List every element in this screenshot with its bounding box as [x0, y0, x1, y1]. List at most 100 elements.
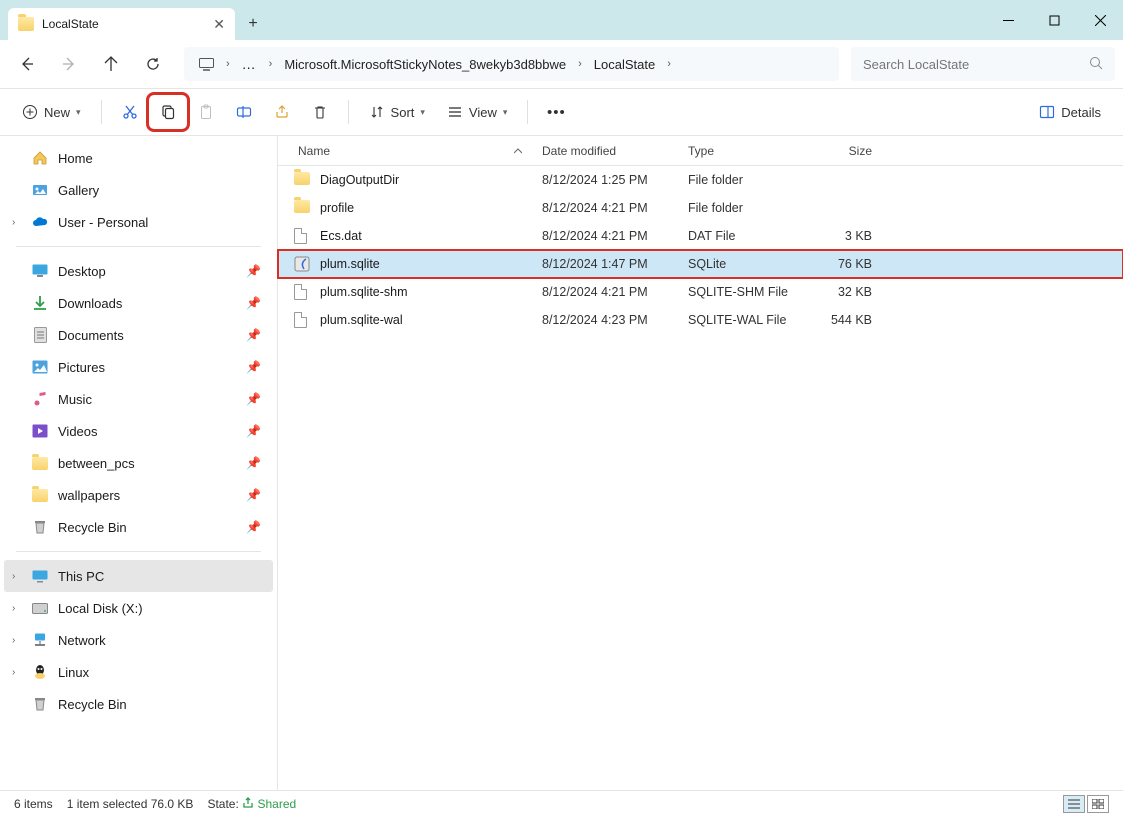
- file-date: 8/12/2024 4:23 PM: [542, 313, 688, 327]
- column-date[interactable]: Date modified: [542, 144, 688, 158]
- sort-icon: [369, 104, 385, 120]
- sidebar-item-local-disk-x-[interactable]: ›Local Disk (X:): [4, 592, 273, 624]
- close-tab-icon[interactable]: ✕: [213, 16, 225, 33]
- videos-icon: [32, 423, 48, 439]
- column-name[interactable]: Name: [294, 144, 542, 158]
- new-label: New: [44, 105, 70, 120]
- rename-button[interactable]: [226, 96, 262, 128]
- sidebar-item-label: Recycle Bin: [58, 520, 127, 535]
- chevron-right-icon[interactable]: ›: [222, 58, 234, 70]
- forward-button[interactable]: [50, 46, 88, 82]
- view-label: View: [469, 105, 497, 120]
- pin-icon: 📌: [246, 424, 261, 438]
- expand-icon[interactable]: ›: [12, 667, 15, 678]
- pin-icon: 📌: [246, 264, 261, 278]
- details-view-toggle[interactable]: [1063, 795, 1085, 813]
- expand-icon[interactable]: ›: [12, 603, 15, 614]
- toolbar: New ▾ Sort ▾ View ▾ ••• Details: [0, 88, 1123, 136]
- sidebar-item-wallpapers[interactable]: wallpapers📌: [4, 479, 273, 511]
- back-button[interactable]: [8, 46, 46, 82]
- file-row[interactable]: Ecs.dat8/12/2024 4:21 PMDAT File3 KB: [278, 222, 1123, 250]
- state-info: State: Shared: [207, 797, 296, 811]
- sidebar-item-label: Pictures: [58, 360, 105, 375]
- new-button[interactable]: New ▾: [12, 96, 91, 128]
- sidebar-item-label: between_pcs: [58, 456, 135, 471]
- sidebar-item-network[interactable]: ›Network: [4, 624, 273, 656]
- file-icon: [294, 312, 312, 328]
- sidebar-item-this-pc[interactable]: ›This PC: [4, 560, 273, 592]
- delete-button[interactable]: [302, 96, 338, 128]
- plus-circle-icon: [22, 104, 38, 120]
- up-button[interactable]: [92, 46, 130, 82]
- music-icon: [32, 391, 48, 407]
- more-button[interactable]: •••: [538, 96, 574, 128]
- sidebar-item-recycle-bin[interactable]: Recycle Bin 📌: [4, 511, 273, 543]
- sidebar-item-videos[interactable]: Videos📌: [4, 415, 273, 447]
- share-button[interactable]: [264, 96, 300, 128]
- main-area: Home Gallery ›User - Personal Desktop📌Do…: [0, 136, 1123, 790]
- search-icon[interactable]: [1089, 56, 1103, 73]
- chevron-right-icon[interactable]: ›: [265, 58, 277, 70]
- refresh-button[interactable]: [134, 46, 172, 82]
- desktop-icon: [32, 263, 48, 279]
- sidebar-item-documents[interactable]: Documents📌: [4, 319, 273, 351]
- file-date: 8/12/2024 1:25 PM: [542, 173, 688, 187]
- sidebar-item-linux[interactable]: ›Linux: [4, 656, 273, 688]
- column-size[interactable]: Size: [810, 144, 880, 158]
- sidebar-gallery[interactable]: Gallery: [4, 174, 273, 206]
- sort-button[interactable]: Sort ▾: [359, 96, 435, 128]
- breadcrumb[interactable]: › … › Microsoft.MicrosoftStickyNotes_8we…: [184, 47, 839, 81]
- folder-icon: [294, 172, 312, 188]
- nav-row: › … › Microsoft.MicrosoftStickyNotes_8we…: [0, 40, 1123, 88]
- file-icon: [294, 284, 312, 300]
- expand-icon[interactable]: ›: [12, 635, 15, 646]
- sidebar-item-pictures[interactable]: Pictures📌: [4, 351, 273, 383]
- column-type[interactable]: Type: [688, 144, 810, 158]
- details-pane-button[interactable]: Details: [1029, 96, 1111, 128]
- window-tab[interactable]: LocalState ✕: [8, 8, 235, 40]
- file-row[interactable]: profile8/12/2024 4:21 PMFile folder: [278, 194, 1123, 222]
- file-row[interactable]: DiagOutputDir8/12/2024 1:25 PMFile folde…: [278, 166, 1123, 194]
- pin-icon: 📌: [246, 296, 261, 310]
- trash-icon: [312, 104, 328, 120]
- file-row[interactable]: plum.sqlite8/12/2024 1:47 PMSQLite76 KB: [278, 250, 1123, 278]
- chevron-right-icon[interactable]: ›: [663, 58, 675, 70]
- sidebar-item-label: Desktop: [58, 264, 106, 279]
- search-input[interactable]: [863, 57, 1089, 72]
- file-row[interactable]: plum.sqlite-shm8/12/2024 4:21 PMSQLITE-S…: [278, 278, 1123, 306]
- pc-icon[interactable]: [192, 50, 220, 78]
- view-icon: [447, 104, 463, 120]
- pin-icon: 📌: [246, 520, 261, 534]
- expand-icon[interactable]: ›: [12, 217, 15, 228]
- sidebar-item-label: wallpapers: [58, 488, 120, 503]
- expand-icon[interactable]: ›: [12, 571, 15, 582]
- new-tab-button[interactable]: +: [235, 8, 271, 40]
- sidebar-item-recycle-bin[interactable]: Recycle Bin: [4, 688, 273, 720]
- search-box[interactable]: [851, 47, 1115, 81]
- chevron-right-icon[interactable]: ›: [574, 58, 586, 70]
- paste-button[interactable]: [188, 96, 224, 128]
- rename-icon: [236, 104, 252, 120]
- cut-button[interactable]: [112, 96, 148, 128]
- sidebar-item-downloads[interactable]: Downloads📌: [4, 287, 273, 319]
- file-row[interactable]: plum.sqlite-wal8/12/2024 4:23 PMSQLITE-W…: [278, 306, 1123, 334]
- copy-button[interactable]: [150, 96, 186, 128]
- sidebar-item-desktop[interactable]: Desktop 📌: [4, 255, 273, 287]
- minimize-button[interactable]: [985, 0, 1031, 40]
- file-date: 8/12/2024 1:47 PM: [542, 257, 688, 271]
- item-count: 6 items: [14, 797, 53, 811]
- close-window-button[interactable]: [1077, 0, 1123, 40]
- view-button[interactable]: View ▾: [437, 96, 517, 128]
- icons-view-toggle[interactable]: [1087, 795, 1109, 813]
- breadcrumb-overflow[interactable]: …: [236, 56, 263, 72]
- ellipsis-icon: •••: [547, 104, 566, 121]
- sidebar-item-music[interactable]: Music📌: [4, 383, 273, 415]
- maximize-button[interactable]: [1031, 0, 1077, 40]
- pc-icon: [32, 568, 48, 584]
- sidebar-user[interactable]: ›User - Personal: [4, 206, 273, 238]
- sqlite-icon: [294, 256, 312, 272]
- sidebar-item-between-pcs[interactable]: between_pcs📌: [4, 447, 273, 479]
- breadcrumb-item[interactable]: LocalState: [588, 53, 661, 76]
- breadcrumb-item[interactable]: Microsoft.MicrosoftStickyNotes_8wekyb3d8…: [278, 53, 572, 76]
- sidebar-home[interactable]: Home: [4, 142, 273, 174]
